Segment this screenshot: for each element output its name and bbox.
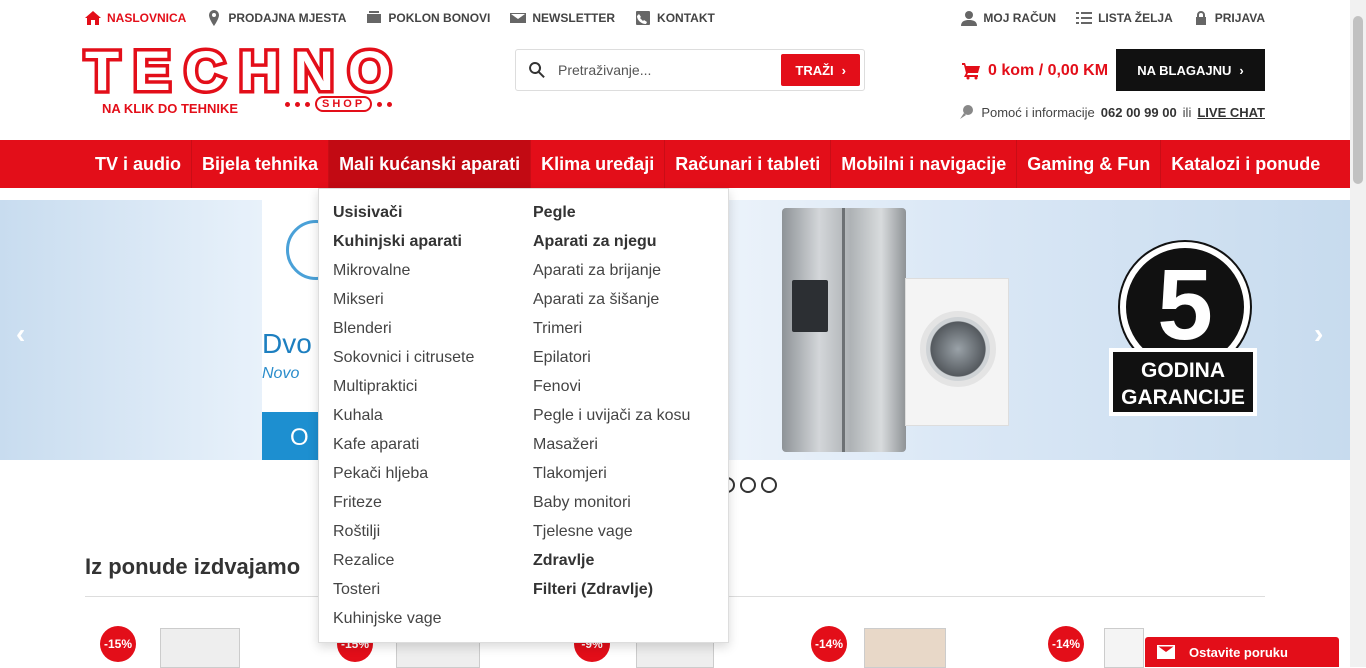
dropdown-item[interactable]: Pegle <box>533 203 690 232</box>
search-icon <box>529 62 545 78</box>
banner-subheading: Novo <box>262 365 300 382</box>
top-link-gift-cards[interactable]: POKLON BONOVI <box>366 10 490 26</box>
dropdown-column-2: Pegle Aparati za njegu Aparati za brijan… <box>533 203 690 609</box>
dropdown-item[interactable]: Usisivači <box>333 203 474 232</box>
dropdown-item[interactable]: Blenderi <box>333 319 474 348</box>
envelope-icon <box>510 13 527 23</box>
top-link-newsletter[interactable]: NEWSLETTER <box>510 10 615 26</box>
product-image[interactable] <box>864 628 946 668</box>
top-link-home[interactable]: NASLOVNICA <box>85 10 186 26</box>
top-link-login[interactable]: PRIJAVA <box>1193 10 1265 26</box>
scrollbar-thumb[interactable] <box>1353 16 1363 184</box>
checkout-button[interactable]: NA BLAGAJNU › <box>1116 49 1265 91</box>
top-bar: NASLOVNICA PRODAJNA MJESTA POKLON BONOVI… <box>85 0 1265 36</box>
top-links-left: NASLOVNICA PRODAJNA MJESTA POKLON BONOVI… <box>85 10 715 26</box>
lock-icon <box>1195 11 1206 25</box>
cart-summary[interactable]: 0 kom / 0,00 KM <box>962 62 1108 80</box>
dropdown-item[interactable]: Kuhinjski aparati <box>333 232 474 261</box>
dropdown-item[interactable]: Trimeri <box>533 319 690 348</box>
nav-item-tv-audio[interactable]: TV i audio <box>85 140 193 188</box>
nav-item-mobile[interactable]: Mobilni i navigacije <box>831 140 1018 188</box>
dropdown-item[interactable]: Multipraktici <box>333 377 474 406</box>
dropdown-item[interactable]: Baby monitori <box>533 493 690 522</box>
cart-icon <box>962 63 980 80</box>
warranty-badge: 5 GODINA GARANCIJE <box>1103 240 1263 416</box>
home-icon <box>85 11 101 25</box>
dropdown-item[interactable]: Aparati za šišanje <box>533 290 690 319</box>
chevron-right-icon: › <box>1239 62 1244 78</box>
search-input[interactable] <box>558 62 782 78</box>
dropdown-item[interactable]: Kuhinjske vage <box>333 609 474 638</box>
dropdown-item[interactable]: Mikseri <box>333 290 474 319</box>
dropdown-item[interactable]: Pekači hljeba <box>333 464 474 493</box>
nav-item-computers[interactable]: Računari i tableti <box>665 140 832 188</box>
dropdown-item[interactable]: Friteze <box>333 493 474 522</box>
washer-image <box>905 278 1009 426</box>
dropdown-item[interactable]: Fenovi <box>533 377 690 406</box>
top-links-right: MOJ RAČUN LISTA ŽELJA PRIJAVA <box>961 10 1265 26</box>
dropdown-item[interactable]: Aparati za njegu <box>533 232 690 261</box>
nav-item-small-appliances[interactable]: Mali kućanski aparati <box>329 140 532 188</box>
logo-shop-text: SHOP <box>315 96 373 112</box>
carousel-prev-icon[interactable]: ‹ <box>16 320 25 348</box>
chat-widget-button[interactable]: Ostavite poruku <box>1145 637 1339 667</box>
page-scrollbar[interactable] <box>1350 0 1366 667</box>
dropdown-item[interactable]: Tosteri <box>333 580 474 609</box>
logo-wordmark: TECHNO <box>82 39 406 102</box>
discount-badge: -15% <box>100 626 136 662</box>
top-link-account[interactable]: MOJ RAČUN <box>961 10 1056 26</box>
envelope-icon <box>1157 645 1175 659</box>
logo-tagline: NA KLIK DO TEHNIKE <box>102 101 239 116</box>
search-bar: TRAŽI› <box>515 49 865 91</box>
site-logo[interactable]: TECHNO NA KLIK DO TEHNIKE SHOP <box>82 39 437 116</box>
dropdown-item[interactable]: Tlakomjeri <box>533 464 690 493</box>
dropdown-item[interactable]: Roštilji <box>333 522 474 551</box>
dropdown-item[interactable]: Tjelesne vage <box>533 522 690 551</box>
discount-badge: -14% <box>1048 626 1084 662</box>
banner-heading: Dvo <box>262 328 312 359</box>
fridge-image <box>782 208 906 452</box>
dropdown-item[interactable]: Aparati za brijanje <box>533 261 690 290</box>
section-title: Iz ponude izdvajamo <box>85 554 301 579</box>
dropdown-item[interactable]: Rezalice <box>333 551 474 580</box>
search-button[interactable]: TRAŽI › <box>781 54 860 86</box>
carousel-dot[interactable] <box>740 477 756 493</box>
dropdown-item[interactable]: Sokovnici i citrusete <box>333 348 474 377</box>
logo-shop-mark: SHOP <box>285 96 393 112</box>
carousel-next-icon[interactable]: › <box>1314 320 1323 348</box>
nav-item-catalogs[interactable]: Katalozi i ponude <box>1161 140 1330 188</box>
support-icon <box>960 105 974 119</box>
dropdown-item[interactable]: Epilatori <box>533 348 690 377</box>
main-nav: TV i audio Bijela tehnika Mali kućanski … <box>0 140 1350 188</box>
nav-item-white-goods[interactable]: Bijela tehnika <box>192 140 330 188</box>
discount-badge: -14% <box>811 626 847 662</box>
dropdown-item[interactable]: Masažeri <box>533 435 690 464</box>
warranty-label: GODINA GARANCIJE <box>1109 348 1257 416</box>
phone-icon <box>636 11 651 25</box>
nav-item-gaming[interactable]: Gaming & Fun <box>1017 140 1162 188</box>
dropdown-item[interactable]: Zdravlje <box>533 551 690 580</box>
help-info: Pomoć i informacije 062 00 99 00 ili LIV… <box>959 104 1265 120</box>
nav-item-air-conditioners[interactable]: Klima uređaji <box>531 140 666 188</box>
product-image[interactable] <box>160 628 240 668</box>
top-link-wishlist[interactable]: LISTA ŽELJA <box>1076 10 1173 26</box>
carousel-dot[interactable] <box>761 477 777 493</box>
user-icon <box>961 11 978 26</box>
dropdown-item[interactable]: Pegle i uvijači za kosu <box>533 406 690 435</box>
top-link-stores[interactable]: PRODAJNA MJESTA <box>206 10 346 26</box>
live-chat-link[interactable]: LIVE CHAT <box>1197 105 1265 120</box>
product-image[interactable] <box>1104 628 1144 668</box>
gift-card-icon <box>367 11 382 23</box>
small-appliances-dropdown: Usisivači Kuhinjski aparati Mikrovalne M… <box>318 188 729 643</box>
list-icon <box>1076 12 1093 24</box>
help-phone: 062 00 99 00 <box>1100 104 1177 120</box>
dropdown-item[interactable]: Mikrovalne <box>333 261 474 290</box>
dropdown-column-1: Usisivači Kuhinjski aparati Mikrovalne M… <box>333 203 474 638</box>
map-pin-icon <box>209 10 220 26</box>
dropdown-item[interactable]: Kafe aparati <box>333 435 474 464</box>
dropdown-item[interactable]: Kuhala <box>333 406 474 435</box>
chevron-right-icon: › <box>841 62 846 78</box>
dropdown-item[interactable]: Filteri (Zdravlje) <box>533 580 690 609</box>
top-link-contact[interactable]: KONTAKT <box>635 10 715 26</box>
